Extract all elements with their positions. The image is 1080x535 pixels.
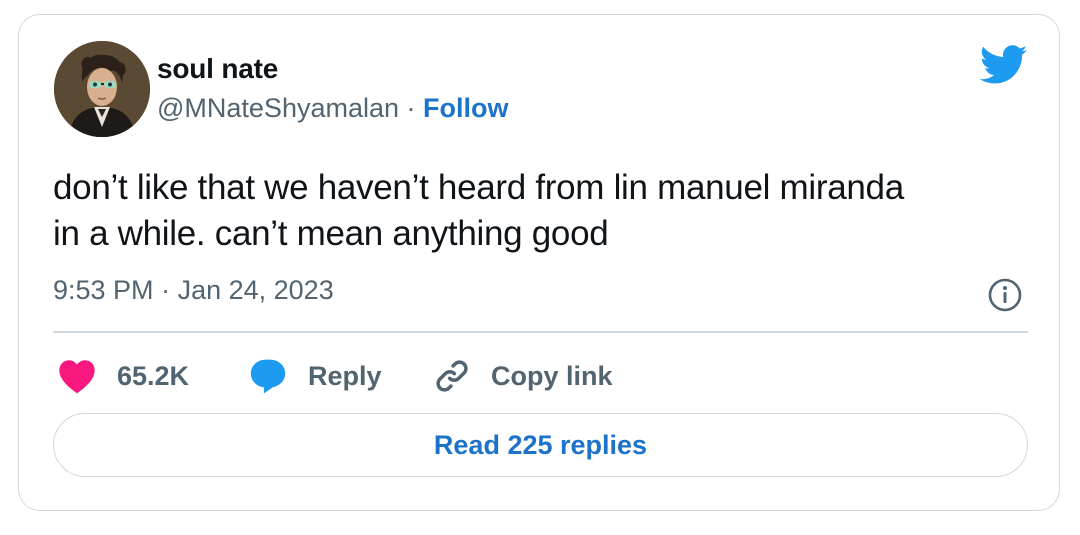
copy-link-button[interactable]: Copy link — [433, 353, 613, 399]
tweet-time: 9:53 PM — [53, 275, 154, 305]
user-handle[interactable]: @MNateShyamalan — [157, 93, 399, 123]
divider — [53, 331, 1028, 333]
tweet-text-line-1: don’t like that we haven’t heard from li… — [53, 168, 904, 207]
handle-separator: · — [406, 93, 424, 123]
speech-bubble-icon — [250, 359, 286, 394]
info-icon[interactable] — [987, 277, 1023, 313]
read-replies-button[interactable]: Read 225 replies — [53, 413, 1028, 477]
follow-button[interactable]: Follow — [423, 93, 508, 123]
like-count: 65.2K — [117, 360, 190, 391]
reply-button[interactable]: Reply — [248, 353, 382, 399]
tweet-date: Jan 24, 2023 — [177, 275, 334, 305]
like-button[interactable]: 65.2K — [57, 353, 189, 399]
display-name[interactable]: soul nate — [157, 53, 278, 85]
avatar[interactable] — [54, 41, 150, 137]
tweet-text: don’t like that we haven’t heard from li… — [53, 165, 1043, 257]
timestamp[interactable]: 9:53 PM · Jan 24, 2023 — [53, 275, 334, 306]
link-icon — [436, 360, 468, 392]
copy-link-label: Copy link — [491, 360, 613, 391]
heart-icon — [59, 360, 95, 394]
twitter-bird-icon[interactable] — [979, 45, 1028, 85]
tweet-text-line-2: in a while. can’t mean anything good — [53, 214, 609, 253]
timestamp-separator: · — [161, 275, 178, 305]
avatar-portrait — [54, 41, 150, 137]
tweet-card: soul nate @MNateShyamalan · Follow don’t… — [18, 14, 1060, 511]
handle-row: @MNateShyamalan · Follow — [157, 93, 509, 124]
reply-label: Reply — [308, 360, 382, 391]
